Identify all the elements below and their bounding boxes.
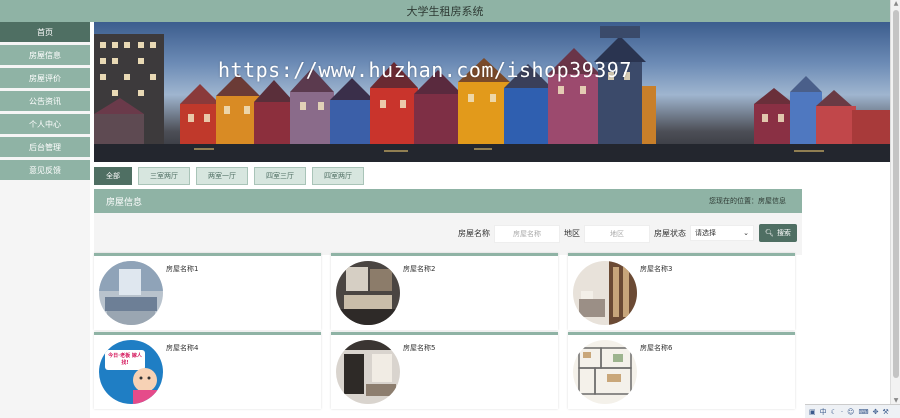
keyboard-icon[interactable]: ⌨ bbox=[858, 408, 868, 416]
tab-three-room-two-hall[interactable]: 三室两厅 bbox=[138, 167, 190, 185]
area-input[interactable]: 地区 bbox=[584, 225, 650, 243]
house-name-input[interactable]: 房屋名称 bbox=[494, 225, 560, 243]
listing-thumbnail[interactable] bbox=[573, 340, 637, 404]
system-tray: ▣ 中 ☾ · ☺ ⌨ ✥ ⚒ bbox=[805, 404, 900, 418]
listing-card[interactable]: 今日·老板 嫁人找! 房屋名称4 bbox=[94, 332, 321, 409]
page-scrollbar[interactable]: ▲ ▼ bbox=[890, 0, 900, 405]
listing-image-caption: 今日·老板 嫁人找! bbox=[108, 353, 142, 366]
app-icon[interactable]: ▣ bbox=[809, 408, 816, 416]
banner-illustration bbox=[94, 26, 890, 162]
status-label: 房屋状态 bbox=[654, 228, 686, 238]
scroll-up-icon[interactable]: ▲ bbox=[892, 0, 900, 8]
listing-thumbnail[interactable] bbox=[336, 340, 400, 404]
listing-card[interactable]: 房屋名称1 bbox=[94, 253, 321, 330]
sidebar-nav: 首页 房屋信息 房屋评价 公告资讯 个人中心 后台管理 意见反馈 bbox=[0, 22, 90, 418]
room-image bbox=[99, 261, 163, 325]
wrench-icon[interactable]: ⚒ bbox=[882, 408, 888, 416]
search-bar: 房屋名称 房屋名称 地区 地区 房屋状态 请选择 ⌄ 🔍︎ 搜索 bbox=[94, 213, 802, 255]
listing-thumbnail[interactable] bbox=[336, 261, 400, 325]
tab-four-room-two-hall[interactable]: 四室两厅 bbox=[312, 167, 364, 185]
listing-name[interactable]: 房屋名称2 bbox=[403, 264, 435, 274]
listing-thumbnail[interactable] bbox=[573, 261, 637, 325]
moon-icon[interactable]: ☾ bbox=[831, 408, 837, 416]
listing-card[interactable]: 房屋名称5 bbox=[331, 332, 558, 409]
listing-thumbnail[interactable] bbox=[99, 261, 163, 325]
room-image bbox=[573, 261, 637, 325]
section-header: 房屋信息 您现在的位置：房屋信息 bbox=[94, 189, 802, 213]
nav-item-admin[interactable]: 后台管理 bbox=[0, 137, 90, 157]
chevron-down-icon: ⌄ bbox=[743, 229, 749, 237]
search-button[interactable]: 🔍︎ 搜索 bbox=[759, 224, 797, 242]
listing-name[interactable]: 房屋名称6 bbox=[640, 343, 672, 353]
listing-card[interactable]: 房屋名称2 bbox=[331, 253, 558, 330]
banner-watermark: https://www.huzhan.com/ishop39397 bbox=[218, 58, 632, 82]
site-header: 大学生租房系统 bbox=[0, 0, 890, 22]
settings-icon[interactable]: ✥ bbox=[873, 408, 879, 416]
tab-two-room-one-hall[interactable]: 两室一厅 bbox=[196, 167, 248, 185]
listing-name[interactable]: 房屋名称3 bbox=[640, 264, 672, 274]
site-title: 大学生租房系统 bbox=[406, 5, 484, 18]
tab-all[interactable]: 全部 bbox=[94, 167, 132, 185]
tab-four-room-three-hall[interactable]: 四室三厅 bbox=[254, 167, 306, 185]
breadcrumb: 您现在的位置：房屋信息 bbox=[709, 197, 786, 205]
listing-name[interactable]: 房屋名称5 bbox=[403, 343, 435, 353]
room-image bbox=[336, 261, 400, 325]
listing-card[interactable]: 房屋名称6 bbox=[568, 332, 795, 409]
room-image bbox=[336, 340, 400, 404]
house-name-label: 房屋名称 bbox=[458, 228, 490, 238]
hero-banner-image: https://www.huzhan.com/ishop39397 bbox=[94, 22, 890, 162]
nav-item-house-review[interactable]: 房屋评价 bbox=[0, 68, 90, 88]
listing-name[interactable]: 房屋名称4 bbox=[166, 343, 198, 353]
floorplan-image bbox=[573, 340, 637, 404]
category-tabs: 全部 三室两厅 两室一厅 四室三厅 四室两厅 bbox=[94, 167, 370, 185]
status-select[interactable]: 请选择 ⌄ bbox=[690, 225, 754, 241]
area-label: 地区 bbox=[564, 228, 580, 238]
nav-item-feedback[interactable]: 意见反馈 bbox=[0, 160, 90, 180]
search-icon: 🔍︎ bbox=[765, 229, 774, 237]
listing-thumbnail[interactable]: 今日·老板 嫁人找! bbox=[99, 340, 163, 404]
section-title: 房屋信息 bbox=[106, 197, 143, 208]
nav-item-house-info[interactable]: 房屋信息 bbox=[0, 45, 90, 65]
cartoon-image bbox=[99, 340, 163, 404]
ime-indicator[interactable]: 中 bbox=[820, 407, 827, 417]
nav-item-home[interactable]: 首页 bbox=[0, 22, 90, 42]
nav-item-news[interactable]: 公告资讯 bbox=[0, 91, 90, 111]
listing-card[interactable]: 房屋名称3 bbox=[568, 253, 795, 330]
dot-icon[interactable]: · bbox=[841, 408, 843, 416]
scrollbar-thumb[interactable] bbox=[893, 10, 899, 378]
face-icon[interactable]: ☺ bbox=[847, 408, 854, 416]
nav-item-profile[interactable]: 个人中心 bbox=[0, 114, 90, 134]
listing-name[interactable]: 房屋名称1 bbox=[166, 264, 198, 274]
